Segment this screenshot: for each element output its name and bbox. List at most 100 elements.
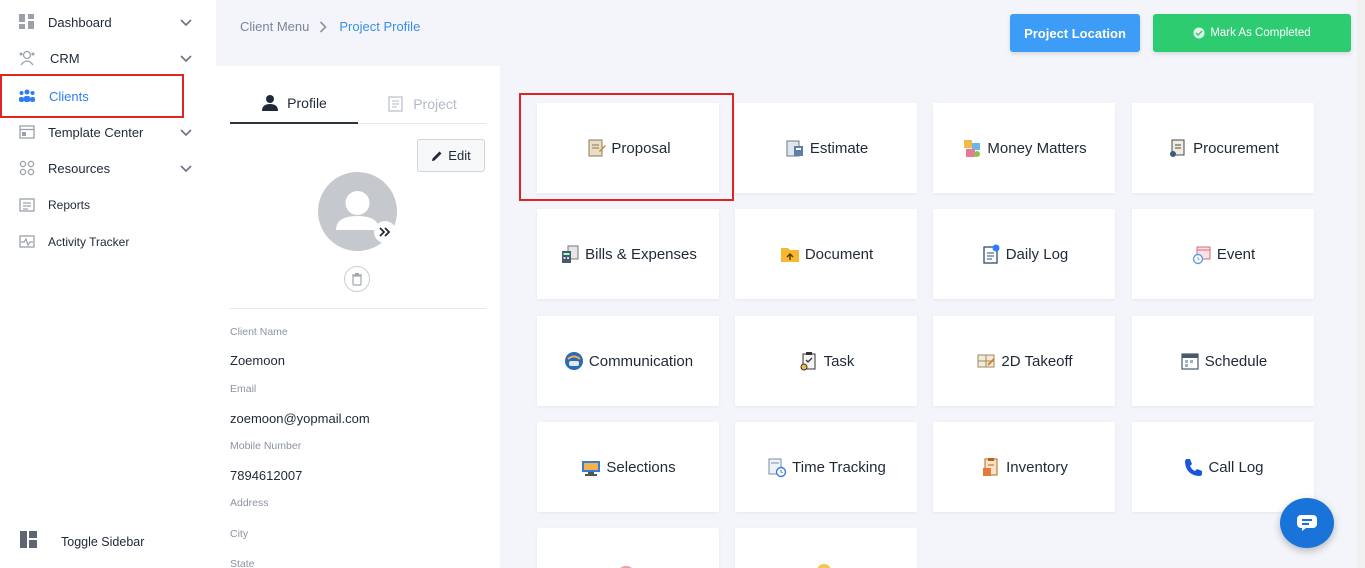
- communication-icon: [563, 350, 585, 372]
- selections-icon: [580, 456, 602, 478]
- edit-label: Edit: [448, 148, 471, 163]
- module-card-estimate[interactable]: Estimate: [735, 103, 917, 193]
- schedule-icon: [1179, 350, 1201, 372]
- module-card-procurement[interactable]: Procurement: [1132, 103, 1314, 193]
- chevron-down-icon: [180, 165, 192, 173]
- module-label: 2D Takeoff: [1001, 352, 1073, 370]
- module-card-selections[interactable]: Selections: [537, 422, 719, 512]
- sidebar-item-dashboard[interactable]: Dashboard: [0, 5, 216, 39]
- user-icon: [262, 95, 279, 111]
- chat-icon: [1297, 515, 1317, 531]
- module-card-schedule[interactable]: Schedule: [1132, 316, 1314, 406]
- module-card-document[interactable]: Document: [735, 209, 917, 299]
- email-label: Email: [230, 383, 257, 395]
- chat-button[interactable]: [1280, 498, 1334, 548]
- template-icon: [18, 123, 36, 141]
- module-label: Proposal: [611, 139, 671, 157]
- chevron-down-icon: [180, 19, 192, 27]
- crm-icon: [18, 49, 36, 67]
- money-matters-icon: [961, 137, 983, 159]
- project-location-button[interactable]: Project Location: [1010, 14, 1140, 52]
- module-card-money-matters[interactable]: Money Matters: [933, 103, 1115, 193]
- tab-project[interactable]: Project: [358, 84, 486, 124]
- module-label: Communication: [588, 352, 694, 370]
- delete-avatar-icon[interactable]: [344, 266, 370, 292]
- inventory-icon: [980, 456, 1002, 478]
- sidebar-item-label: Dashboard: [48, 14, 112, 30]
- edit-button[interactable]: Edit: [417, 139, 485, 172]
- module-card-proposal[interactable]: Proposal: [537, 103, 719, 193]
- sidebar-item-template-center[interactable]: Template Center: [0, 115, 216, 149]
- task-icon: [798, 350, 820, 372]
- pencil-icon: [432, 151, 442, 161]
- profile-panel: Profile Project Edit Client Name Zoemoon…: [216, 66, 500, 568]
- tab-project-label: Project: [413, 95, 457, 112]
- reports-icon: [18, 196, 36, 214]
- toggle-sidebar-button[interactable]: Toggle Sidebar: [20, 531, 144, 553]
- module-label: Daily Log: [1005, 245, 1069, 263]
- sidebar-item-resources[interactable]: Resources: [0, 151, 216, 185]
- partial-module-icon: [615, 560, 637, 568]
- takeoff-icon: [975, 350, 997, 372]
- module-card-2d-takeoff[interactable]: 2D Takeoff: [933, 316, 1115, 406]
- breadcrumb-client-menu[interactable]: Client Menu: [240, 19, 309, 34]
- mark-completed-label: Mark As Completed: [1210, 27, 1311, 39]
- sidebar-item-label: Template Center: [48, 124, 144, 140]
- tab-profile[interactable]: Profile: [230, 84, 358, 124]
- module-label: Time Tracking: [792, 458, 886, 476]
- daily-log-icon: [980, 243, 1002, 265]
- activity-icon: [18, 233, 36, 251]
- call-log-icon: [1182, 456, 1204, 478]
- state-label: State: [230, 558, 255, 568]
- bills-icon: [559, 243, 581, 265]
- address-label: Address: [230, 497, 269, 509]
- breadcrumb: Client Menu Project Profile: [240, 19, 420, 34]
- module-card-bills-expenses[interactable]: Bills & Expenses: [537, 209, 719, 299]
- sidebar-item-label: Activity Tracker: [48, 235, 130, 249]
- chevron-down-icon: [180, 55, 192, 63]
- module-card-task[interactable]: Task: [735, 316, 917, 406]
- breadcrumb-project-profile[interactable]: Project Profile: [339, 19, 420, 34]
- toggle-sidebar-label: Toggle Sidebar: [61, 535, 145, 549]
- module-card-partial-1[interactable]: [537, 528, 719, 568]
- sidebar-item-activity-tracker[interactable]: Activity Tracker: [0, 225, 216, 259]
- sidebar-item-label: Clients: [49, 88, 89, 104]
- module-label: Inventory: [1006, 458, 1068, 476]
- module-label: Schedule: [1204, 352, 1268, 370]
- email-value: zoemoon@yopmail.com: [230, 411, 370, 426]
- event-icon: [1191, 243, 1213, 265]
- mark-completed-button[interactable]: Mark As Completed: [1153, 14, 1351, 52]
- module-card-partial-2[interactable]: [735, 528, 917, 568]
- avatar-expand-icon[interactable]: [374, 221, 396, 243]
- proposal-icon: [585, 137, 607, 159]
- module-label: Selections: [606, 458, 676, 476]
- module-card-time-tracking[interactable]: Time Tracking: [735, 422, 917, 512]
- sidebar-item-reports[interactable]: Reports: [0, 188, 216, 222]
- sidebar-item-crm[interactable]: CRM: [0, 41, 216, 75]
- chevron-right-icon: [320, 20, 328, 33]
- module-label: Event: [1216, 245, 1256, 263]
- project-icon: [388, 95, 403, 112]
- module-card-communication[interactable]: Communication: [537, 316, 719, 406]
- sidebar-item-clients[interactable]: Clients: [0, 74, 184, 118]
- module-label: Money Matters: [987, 139, 1087, 157]
- check-badge-icon: [1193, 27, 1205, 39]
- document-icon: [779, 243, 801, 265]
- procurement-icon: [1167, 137, 1189, 159]
- module-card-call-log[interactable]: Call Log: [1132, 422, 1314, 512]
- estimate-icon: [784, 137, 806, 159]
- module-label: Document: [804, 245, 874, 263]
- module-label: Bills & Expenses: [585, 245, 697, 263]
- module-label: Procurement: [1193, 139, 1279, 157]
- module-card-inventory[interactable]: Inventory: [933, 422, 1115, 512]
- module-card-daily-log[interactable]: Daily Log: [933, 209, 1115, 299]
- resources-icon: [18, 159, 36, 177]
- module-card-event[interactable]: Event: [1132, 209, 1314, 299]
- mobile-number-label: Mobile Number: [230, 440, 302, 452]
- module-label: Call Log: [1208, 458, 1264, 476]
- partial-module-icon: [813, 560, 835, 568]
- city-label: City: [230, 528, 249, 540]
- chevron-down-icon: [180, 129, 192, 137]
- module-label: Task: [823, 352, 855, 370]
- page-scrollbar[interactable]: [1357, 0, 1365, 568]
